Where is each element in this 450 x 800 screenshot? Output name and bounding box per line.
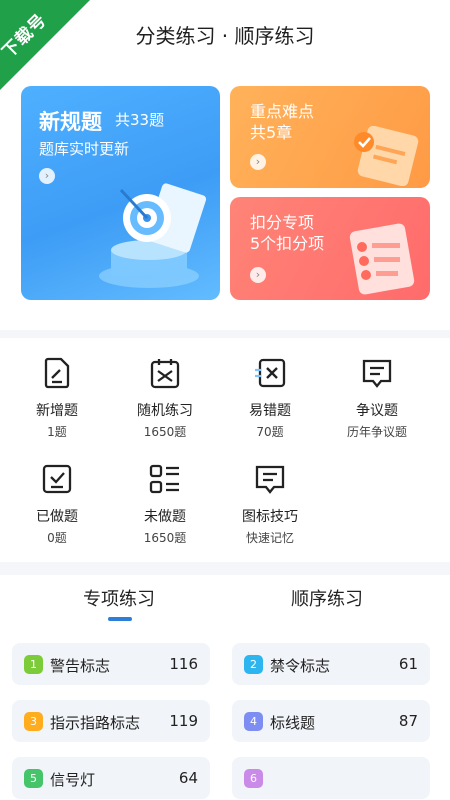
deduction-subtitle: 5个扣分项: [250, 234, 325, 253]
error-icon: [255, 358, 286, 388]
key-points-subtitle: 共5章: [250, 123, 293, 142]
grid-label: 争议题: [356, 403, 398, 419]
chevron-right-icon[interactable]: ›: [39, 168, 55, 184]
item-name: 标线题: [270, 714, 316, 732]
grid-sub: 1650题: [143, 425, 187, 439]
key-points-card[interactable]: 重点难点 共5章 ›: [230, 86, 430, 188]
item-name: 指示指路标志: [50, 714, 141, 732]
grid-item-random[interactable]: 随机练习 1650题: [110, 356, 220, 440]
list-item[interactable]: 4 标线题 87: [232, 700, 430, 742]
item-number-badge: 4: [244, 712, 263, 731]
item-name: 警告标志: [50, 657, 111, 675]
grid-sub: 70题: [256, 425, 284, 439]
tab-order[interactable]: 顺序练习: [291, 585, 363, 611]
tab-special[interactable]: 专项练习: [83, 585, 155, 611]
shuffle-icon: [150, 359, 180, 389]
grid-label: 易错题: [249, 403, 291, 419]
item-number-badge: 6: [244, 769, 263, 788]
grid-sub: 1650题: [143, 531, 187, 545]
item-name: 禁令标志: [270, 657, 331, 675]
grid-sub: 1题: [47, 425, 67, 439]
chevron-right-icon[interactable]: ›: [250, 267, 266, 283]
item-count: 64: [178, 769, 198, 787]
list-item[interactable]: 6: [232, 757, 430, 799]
chevron-right-icon[interactable]: ›: [250, 154, 266, 170]
grid-item-dispute[interactable]: 争议题 历年争议题: [322, 356, 432, 440]
grid-item-icon-tips[interactable]: 图标技巧 快速记忆: [215, 462, 325, 546]
list-item[interactable]: 5 信号灯 64: [12, 757, 210, 799]
certificate-icon: [354, 126, 419, 186]
grid-item-undone[interactable]: 未做题 1650题: [110, 462, 220, 546]
done-icon: [42, 464, 72, 494]
grid-label: 未做题: [144, 509, 186, 525]
list-item[interactable]: 2 禁令标志 61: [232, 643, 430, 685]
item-number-badge: 5: [24, 769, 43, 788]
new-rules-subtitle: 题库实时更新: [39, 140, 130, 158]
list-item[interactable]: 1 警告标志 116: [12, 643, 210, 685]
item-number-badge: 1: [24, 655, 43, 674]
checklist-icon: [349, 223, 415, 295]
new-rules-title: 新规题: [39, 110, 102, 134]
grid-sub: 0题: [47, 531, 67, 545]
item-count: 116: [169, 655, 198, 673]
item-count: 61: [398, 655, 418, 673]
practice-section: 专项练习 顺序练习 1 警告标志 116 2 禁令标志 61 3 指示指路标志 …: [0, 575, 450, 800]
item-number-badge: 2: [244, 655, 263, 674]
item-count: 119: [169, 712, 198, 730]
icon-tips-icon: [255, 465, 285, 494]
target-illustration-icon: [99, 183, 207, 288]
new-rules-count: 共33题: [115, 111, 165, 129]
grid-label: 随机练习: [137, 403, 193, 419]
dispute-icon: [362, 359, 392, 388]
item-name: 信号灯: [50, 771, 96, 789]
undone-icon: [149, 464, 179, 494]
item-number-badge: 3: [24, 712, 43, 731]
grid-label: 新增题: [36, 403, 78, 419]
deduction-card[interactable]: 扣分专项 5个扣分项 ›: [230, 197, 430, 300]
grid-item-done[interactable]: 已做题 0题: [2, 462, 112, 546]
category-grid: 新增题 1题 随机练习 1650题 易错题 70题 争议题 历年争议题 已做题 …: [0, 338, 450, 562]
item-count: 87: [398, 712, 418, 730]
tab-active-indicator: [108, 617, 132, 621]
list-item[interactable]: 3 指示指路标志 119: [12, 700, 210, 742]
new-rules-card[interactable]: 新规题 共33题 题库实时更新 ›: [21, 86, 220, 300]
grid-sub: 快速记忆: [245, 531, 294, 545]
grid-label: 图标技巧: [242, 509, 298, 525]
grid-sub: 历年争议题: [346, 425, 407, 439]
new-question-icon: [44, 357, 70, 389]
grid-item-new[interactable]: 新增题 1题: [2, 356, 112, 440]
grid-item-error[interactable]: 易错题 70题: [215, 356, 325, 440]
grid-label: 已做题: [36, 509, 78, 525]
